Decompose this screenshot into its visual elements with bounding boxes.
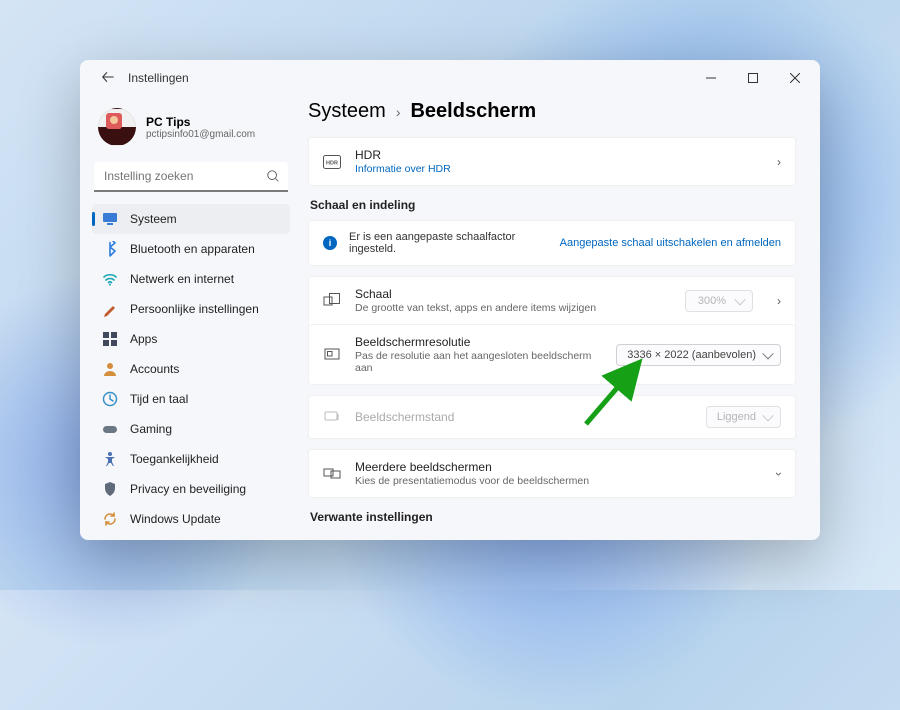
search-input[interactable] [94,162,288,192]
privacy-icon [102,481,118,497]
scale-icon [323,292,341,310]
resolution-icon [323,346,341,364]
main-content: Systeem › Beeldscherm HDR HDR Informatie… [298,96,820,540]
nav-item-update[interactable]: Windows Update [92,504,290,534]
svg-text:HDR: HDR [326,160,338,166]
accessibility-icon [102,451,118,467]
nav-item-apps[interactable]: Apps [92,324,290,354]
system-icon [102,211,118,227]
nav-label: Bluetooth en apparaten [130,242,255,256]
window-title: Instellingen [128,71,189,85]
network-icon [102,271,118,287]
nav-label: Tijd en taal [130,392,188,406]
resolution-row[interactable]: Beeldschermresolutie Pas de resolutie aa… [309,324,795,384]
nav-label: Apps [130,332,157,346]
info-message: Er is een aangepaste schaalfactor ingest… [349,231,548,255]
breadcrumb-root[interactable]: Systeem [308,100,386,123]
minimize-button[interactable] [690,64,732,92]
nav-label: Gaming [130,422,172,436]
nav-item-personalize[interactable]: Persoonlijke instellingen [92,294,290,324]
time-icon [102,391,118,407]
nav-item-privacy[interactable]: Privacy en beveiliging [92,474,290,504]
breadcrumb: Systeem › Beeldscherm [308,100,796,123]
bluetooth-icon [102,241,118,257]
nav-label: Toegankelijkheid [130,452,219,466]
accounts-icon [102,361,118,377]
chevron-right-icon: › [777,155,781,169]
nav-label: Accounts [130,362,179,376]
nav-item-network[interactable]: Netwerk en internet [92,264,290,294]
scale-resolution-group: Schaal De grootte van tekst, apps en and… [308,276,796,385]
section-related-heading: Verwante instellingen [310,510,796,524]
hdr-subtitle[interactable]: Informatie over HDR [355,163,763,175]
sidebar: PC Tips pctipsinfo01@gmail.com Systeem Bl… [80,96,298,540]
nav-label: Windows Update [130,512,221,526]
multi-display-subtitle: Kies de presentatiemodus voor de beeldsc… [355,475,763,487]
search-icon [266,169,280,183]
orientation-row: Beeldschermstand Liggend [308,395,796,439]
scale-row[interactable]: Schaal De grootte van tekst, apps en and… [309,277,795,324]
apps-icon [102,331,118,347]
orientation-title: Beeldschermstand [355,410,692,424]
scale-subtitle: De grootte van tekst, apps en andere ite… [355,302,671,314]
disable-custom-scale-link[interactable]: Aangepaste schaal uitschakelen en afmeld… [560,237,781,249]
nav-item-accessibility[interactable]: Toegankelijkheid [92,444,290,474]
resolution-dropdown[interactable]: 3336 × 2022 (aanbevolen) [616,344,781,366]
nav-label: Systeem [130,212,177,226]
section-scale-heading: Schaal en indeling [310,198,796,212]
nav-item-time[interactable]: Tijd en taal [92,384,290,414]
multi-display-row[interactable]: Meerdere beeldschermen Kies de presentat… [308,449,796,498]
resolution-title: Beeldschermresolutie [355,335,602,349]
gaming-icon [102,421,118,437]
nav-label: Persoonlijke instellingen [130,302,259,316]
nav-list: Systeem Bluetooth en apparaten Netwerk en … [92,204,290,534]
avatar [98,108,136,146]
page-title: Beeldscherm [410,100,536,123]
hdr-icon: HDR [323,153,341,171]
maximize-button[interactable] [732,64,774,92]
back-button[interactable] [94,70,122,87]
update-icon [102,511,118,527]
orientation-dropdown: Liggend [706,406,781,428]
multi-display-title: Meerdere beeldschermen [355,460,763,474]
close-button[interactable] [774,64,816,92]
account-name: PC Tips [146,115,255,129]
settings-window: Instellingen PC Tips pctipsinfo01@gmail.… [80,60,820,540]
scale-title: Schaal [355,287,671,301]
account-email: pctipsinfo01@gmail.com [146,129,255,140]
nav-item-bluetooth[interactable]: Bluetooth en apparaten [92,234,290,264]
resolution-subtitle: Pas de resolutie aan het aangesloten bee… [355,350,602,374]
hdr-title: HDR [355,148,763,162]
nav-item-gaming[interactable]: Gaming [92,414,290,444]
nav-label: Netwerk en internet [130,272,234,286]
personalize-icon [102,301,118,317]
scale-dropdown[interactable]: 300% [685,290,753,312]
chevron-down-icon: › [772,472,786,476]
orientation-icon [323,408,341,426]
hdr-row[interactable]: HDR HDR Informatie over HDR › [308,137,796,186]
chevron-right-icon: › [777,294,781,308]
info-icon: i [323,236,337,250]
account-block[interactable]: PC Tips pctipsinfo01@gmail.com [92,96,290,162]
titlebar: Instellingen [80,60,820,96]
chevron-right-icon: › [396,104,401,120]
nav-item-system[interactable]: Systeem [92,204,290,234]
nav-item-accounts[interactable]: Accounts [92,354,290,384]
multi-display-icon [323,465,341,483]
nav-label: Privacy en beveiliging [130,482,246,496]
scale-info-banner: i Er is een aangepaste schaalfactor inge… [308,220,796,266]
search-box[interactable] [94,162,288,192]
